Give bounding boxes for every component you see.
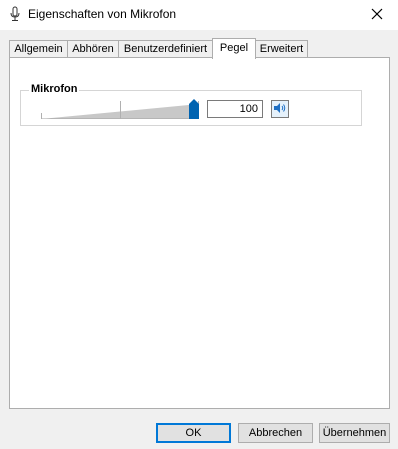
- group-label: Mikrofon: [29, 83, 80, 95]
- mute-button[interactable]: [271, 100, 289, 118]
- tab-benutzerdefiniert[interactable]: Benutzerdefiniert: [118, 40, 213, 57]
- window-title: Eigenschaften von Mikrofon: [28, 7, 177, 21]
- tab-panel-pegel: Mikrofon 100: [9, 57, 390, 409]
- tab-erweitert[interactable]: Erweitert: [255, 40, 308, 57]
- microphone-icon: [9, 6, 21, 22]
- cancel-button[interactable]: Abbrechen: [238, 423, 313, 443]
- slider-track: [41, 101, 199, 119]
- microphone-level-group: Mikrofon 100: [20, 83, 362, 126]
- level-value-field[interactable]: 100: [207, 100, 263, 118]
- tab-allgemein[interactable]: Allgemein: [9, 40, 68, 57]
- speaker-icon: [273, 102, 287, 117]
- ok-button[interactable]: OK: [156, 423, 231, 443]
- level-slider[interactable]: [41, 99, 199, 119]
- close-icon: [371, 8, 383, 23]
- apply-button[interactable]: Übernehmen: [319, 423, 390, 443]
- slider-thumb[interactable]: [189, 99, 199, 119]
- title-bar: Eigenschaften von Mikrofon: [0, 0, 398, 30]
- tab-abhoeren[interactable]: Abhören: [67, 40, 119, 57]
- close-button[interactable]: [356, 0, 398, 30]
- tab-pegel[interactable]: Pegel: [212, 38, 256, 59]
